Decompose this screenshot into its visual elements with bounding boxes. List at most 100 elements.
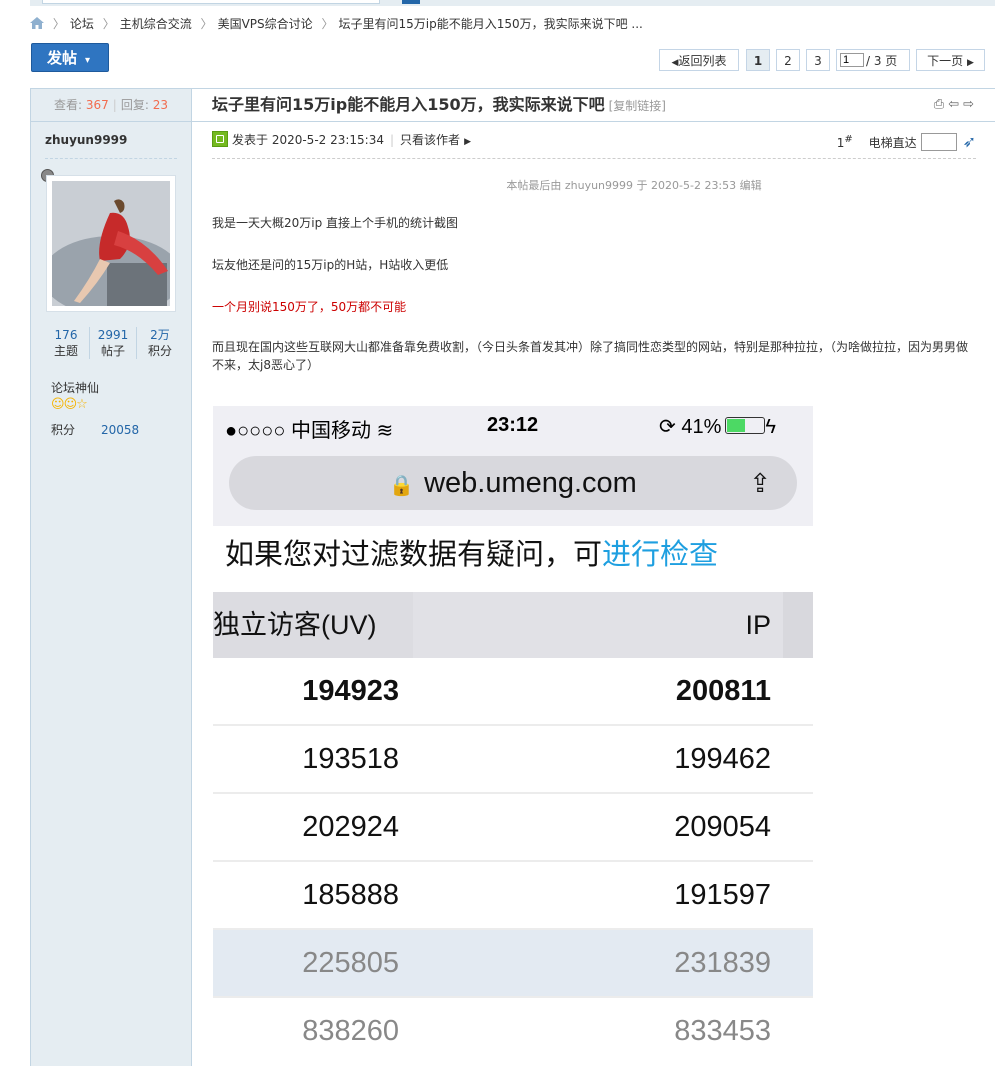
stat-label: 主题 <box>53 344 78 358</box>
new-post-label: 发帖 <box>47 49 78 67</box>
breadcrumb-thread[interactable]: 坛子里有问15万ip能不能月入150万，我实际来说下吧 ... <box>338 17 642 31</box>
meta-divider: | <box>390 133 395 147</box>
prev-thread-icon[interactable]: ⇦ <box>948 97 963 112</box>
sun-icon: ☺ <box>51 397 65 412</box>
divider <box>45 158 177 159</box>
battery-percent: 41% <box>681 416 722 438</box>
ip-value: 833453 <box>674 1015 771 1047</box>
breadcrumb-separator: 〉 <box>321 17 334 31</box>
page-jump: / 3 页 <box>836 49 910 71</box>
views-label: 查看: <box>54 98 83 112</box>
author-stat-points[interactable]: 2万积分 <box>137 327 183 359</box>
battery-icon <box>725 417 766 434</box>
page-1-button[interactable]: 1 <box>746 49 770 71</box>
table-row: 185888 191597 <box>213 862 813 930</box>
triangle-right-icon: ▶ <box>464 137 471 147</box>
floor-controls: 1# 电梯直达 ➶ <box>837 122 976 158</box>
stat-value: 2万 <box>150 328 170 342</box>
search-button[interactable] <box>402 0 420 4</box>
avatar[interactable] <box>46 175 176 312</box>
post-paragraph: 而且现在国内这些互联网大山都准备靠免费收割，（今日头条首发其冲）除了搞同性恋类型… <box>212 340 969 372</box>
author-stats: 176 主题 2991 帖子 2万积分 <box>43 327 183 359</box>
embedded-screenshot[interactable]: ●○○○○ 中国移动 ≋ 23:12 ⟳ 41% ϟ 🔒 web.umeng.com… <box>213 406 813 1066</box>
stat-value: 2991 <box>97 328 129 342</box>
ip-value: 199462 <box>674 743 771 775</box>
uv-value: 193518 <box>302 743 399 775</box>
print-icon[interactable]: ⎙ <box>934 97 948 112</box>
chevron-down-icon: ▾ <box>85 55 91 66</box>
elevator-go-icon[interactable]: ➶ <box>963 124 976 160</box>
column-header-ip: IP <box>745 610 771 640</box>
table-row: 194923 200811 <box>213 658 813 726</box>
uv-value: 185888 <box>302 879 399 911</box>
score-value: 20058 <box>101 423 140 437</box>
uv-value: 202924 <box>302 811 399 843</box>
stats-divider: | <box>112 98 117 112</box>
author-stat-threads[interactable]: 176 主题 <box>43 327 90 359</box>
author-name[interactable]: zhuyun9999 <box>31 122 191 158</box>
next-page-button[interactable]: 下一页 ▶ <box>916 49 985 71</box>
posted-at: 发表于 2020-5-2 23:15:34 <box>232 133 384 147</box>
breadcrumb-host-exchange[interactable]: 主机综合交流 <box>120 17 192 31</box>
url-text: web.umeng.com <box>424 467 637 499</box>
page-3-button[interactable]: 3 <box>806 49 830 71</box>
filter-note: 如果您对过滤数据有疑问，可进行检查 <box>225 530 718 580</box>
back-to-list-button[interactable]: ◀返回列表 <box>659 49 739 71</box>
uv-value: 838260 <box>302 1015 399 1047</box>
home-icon[interactable] <box>30 17 44 29</box>
battery-fill <box>727 419 746 432</box>
stats-table-header: 独立访客(UV) IP <box>213 592 813 658</box>
ip-value: 209054 <box>674 811 771 843</box>
phone-time: 23:12 <box>487 414 539 436</box>
ip-value: 200811 <box>675 675 771 707</box>
charging-icon: ϟ <box>765 416 776 438</box>
next-thread-icon[interactable]: ⇨ <box>963 97 978 112</box>
table-row: 202924 209054 <box>213 794 813 862</box>
avatar-illustration <box>52 181 170 306</box>
stat-label: 积分 <box>147 344 172 358</box>
views-count: 367 <box>85 98 109 112</box>
copy-link-button[interactable]: [复制链接] <box>609 99 666 113</box>
rotation-lock-icon: ⟳ <box>659 416 676 438</box>
author-score: 积分 20058 <box>51 421 139 438</box>
post-paragraph: 坛友他还是问的15万ip的H站，H站收入更低 <box>212 258 449 272</box>
search-input[interactable] <box>42 0 380 4</box>
edit-note: 本帖最后由 zhuyun9999 于 2020-5-2 23:53 编辑 <box>506 179 762 192</box>
breadcrumb-separator: 〉 <box>102 17 115 31</box>
user-group[interactable]: 论坛神仙 <box>51 379 99 396</box>
replies-label: 回复: <box>120 98 149 112</box>
post-paragraph: 我是一天大概20万ip 直接上个手机的统计截图 <box>212 216 459 230</box>
only-author-link[interactable]: 只看该作者 <box>400 133 460 147</box>
page-2-button[interactable]: 2 <box>776 49 800 71</box>
avatar-image <box>52 181 170 306</box>
header-edge <box>783 592 813 658</box>
page-jump-input[interactable] <box>840 53 864 67</box>
share-icon: ⇪ <box>749 468 771 498</box>
table-row: 193518 199462 <box>213 726 813 794</box>
back-to-list-label: 返回列表 <box>678 54 727 68</box>
phone-status-bar: ●○○○○ 中国移动 ≋ 23:12 ⟳ 41% ϟ <box>213 406 813 446</box>
lock-icon: 🔒 <box>389 475 415 497</box>
post-content: 我是一天大概20万ip 直接上个手机的统计截图 坛友他还是问的15万ip的H站，… <box>192 214 995 374</box>
filter-note-text: 如果您对过滤数据有疑问，可 <box>225 539 603 571</box>
breadcrumb-us-vps[interactable]: 美国VPS综合讨论 <box>218 17 313 31</box>
thread-container: 查看: 367 | 回复: 23 zhuyun9999 176 主题 2991 帖子 <box>30 88 995 1066</box>
table-row: 225805 231839 <box>213 930 813 998</box>
battery-status: ⟳ 41% ϟ <box>659 414 776 439</box>
breadcrumb-separator: 〉 <box>200 17 213 31</box>
triangle-right-icon: ▶ <box>966 58 974 68</box>
filter-note-link: 进行检查 <box>602 539 719 571</box>
top-search-strip <box>30 0 995 6</box>
table-row: 838260 833453 <box>213 998 813 1064</box>
post-main: 坛子里有问15万ip能不能月入150万，我实际来说下吧 [复制链接] ⎙⇦⇨ 发表… <box>192 89 995 1066</box>
url-bar: 🔒 web.umeng.com ⇪ <box>229 456 797 510</box>
stat-value: 176 <box>54 328 78 342</box>
breadcrumb-forum[interactable]: 论坛 <box>70 17 94 31</box>
elevator-input[interactable] <box>920 133 957 151</box>
author-stat-posts[interactable]: 2991 帖子 <box>90 327 137 359</box>
author-sidebar: 查看: 367 | 回复: 23 zhuyun9999 176 主题 2991 帖子 <box>31 89 192 1066</box>
new-post-button[interactable]: 发帖 ▾ <box>31 43 109 72</box>
post-status-icon <box>212 131 228 147</box>
post-meta: 发表于 2020-5-2 23:15:34 | 只看该作者 ▶ 1# 电梯直达 ➶ <box>212 122 976 159</box>
stat-label: 帖子 <box>100 344 125 358</box>
